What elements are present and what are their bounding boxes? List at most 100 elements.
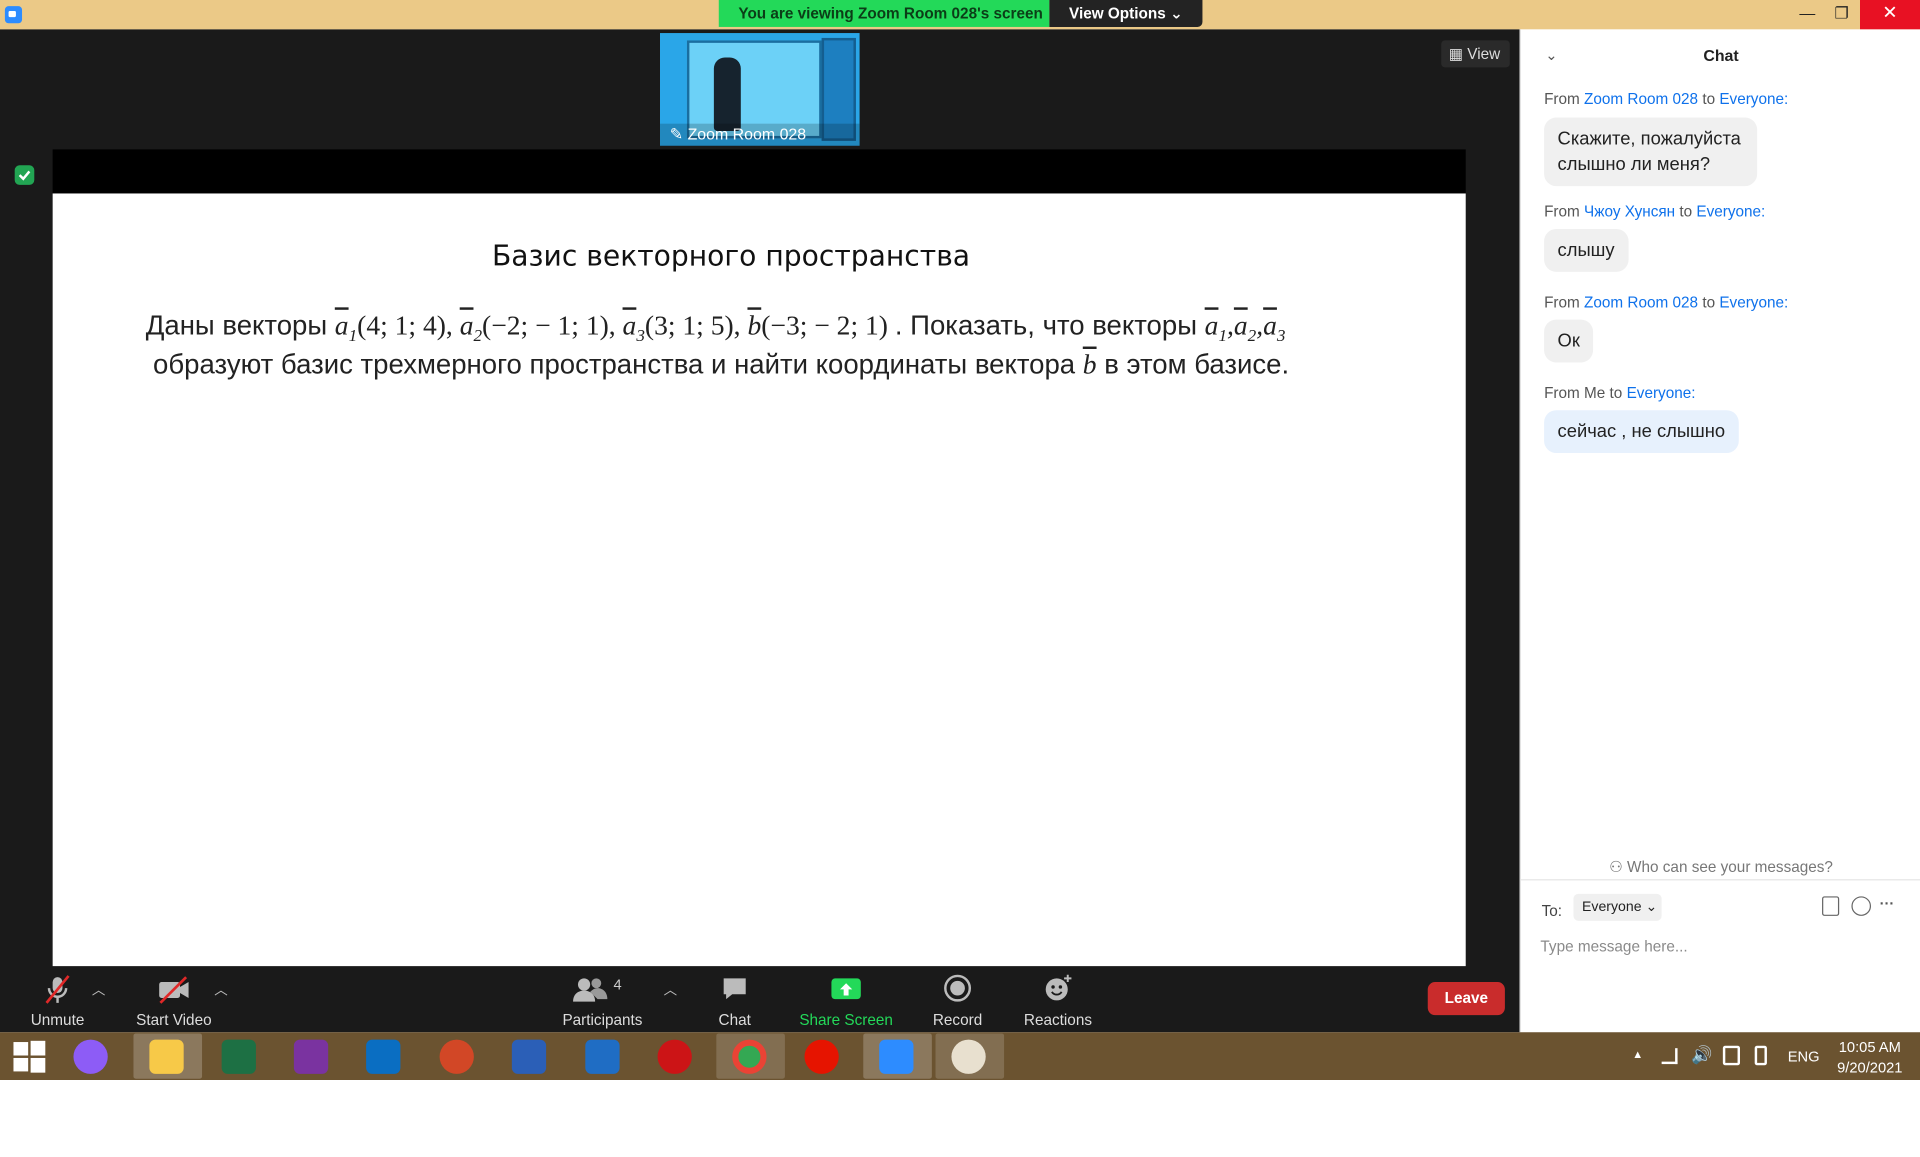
- maximize-button[interactable]: ❐: [1821, 0, 1863, 29]
- recipient-value: Everyone: [1582, 900, 1642, 915]
- participants-options-caret[interactable]: ︿: [664, 980, 677, 1000]
- recipient-select[interactable]: Everyone ⌄: [1573, 893, 1662, 921]
- zoom-icon[interactable]: [879, 1039, 914, 1074]
- sender-name[interactable]: Zoom Room 028: [1584, 294, 1698, 311]
- vector-a2-coords: (−2; − 1; 1),: [482, 309, 623, 341]
- participants-icon: 4: [572, 973, 633, 1005]
- chat-sender: From Чжоу Хунсян to Everyone:: [1544, 203, 1765, 220]
- recipient-name[interactable]: Everyone:: [1719, 294, 1788, 311]
- file-explorer-icon[interactable]: [149, 1039, 184, 1074]
- pin-icon: ✎: [669, 124, 688, 144]
- share-screen-button[interactable]: Share Screen: [798, 973, 894, 1029]
- sender-name[interactable]: Zoom Room 028: [1584, 91, 1698, 108]
- onedrive-icon[interactable]: [585, 1039, 620, 1074]
- tray-expand-icon[interactable]: ▲: [1632, 1048, 1643, 1060]
- comma: ,: [1256, 309, 1264, 341]
- onenote-icon[interactable]: [293, 1039, 329, 1074]
- recipient-name[interactable]: Everyone:: [1696, 203, 1765, 220]
- chat-message-input[interactable]: [1540, 933, 1902, 960]
- vector-a3: a3(3; 1; 5),: [623, 309, 748, 346]
- video-thumbnail[interactable]: ✎ Zoom Room 028: [660, 33, 860, 146]
- who-can-see-link[interactable]: ⚇ Who can see your messages?: [1521, 857, 1920, 875]
- leave-button[interactable]: Leave: [1427, 982, 1505, 1016]
- security-shield-icon[interactable]: [14, 165, 35, 185]
- windows-taskbar: ▲ 🔊 ENG 10:05 AM 9/20/2021: [0, 1032, 1920, 1080]
- vector-v1-sub: 1: [1218, 327, 1228, 346]
- participants-count: 4: [613, 975, 622, 994]
- language-indicator[interactable]: ENG: [1788, 1048, 1820, 1065]
- clock[interactable]: 10:05 AM 9/20/2021: [1832, 1038, 1908, 1076]
- video-options-caret[interactable]: ︿: [214, 980, 227, 1000]
- person-lock-icon: ⚇: [1609, 858, 1628, 876]
- view-button[interactable]: ▦ View: [1441, 40, 1510, 68]
- vector-list: a1,a2,a3: [1205, 309, 1286, 346]
- file-icon[interactable]: [1822, 896, 1840, 916]
- to-prefix: to: [1675, 203, 1697, 221]
- unmute-button[interactable]: Unmute: [22, 973, 93, 1029]
- vector-a1: a1(4; 1; 4),: [335, 309, 460, 346]
- chat-message: Скажите, пожалуйста слышно ли меня?: [1544, 117, 1758, 187]
- record-button[interactable]: Record: [928, 973, 987, 1029]
- vector-a3-coords: (3; 1; 5),: [644, 309, 748, 341]
- chrome-icon[interactable]: [732, 1039, 767, 1074]
- muted-microphone-icon: [43, 973, 72, 1005]
- volume-icon[interactable]: 🔊: [1691, 1044, 1712, 1065]
- emoji-icon[interactable]: [1851, 896, 1872, 916]
- shared-slide: Базис векторного пространства Даны векто…: [52, 193, 1466, 967]
- slide-title: Базис векторного пространства: [491, 241, 971, 274]
- grid-icon: ▦: [1448, 45, 1468, 63]
- from-prefix: From: [1544, 203, 1585, 221]
- word-icon[interactable]: [511, 1039, 547, 1074]
- participants-label: Participants: [562, 1011, 643, 1029]
- yandex-browser-icon[interactable]: [804, 1039, 839, 1074]
- vector-b-symbol: b: [1082, 348, 1097, 380]
- close-button[interactable]: ✕: [1860, 0, 1920, 30]
- battery-icon[interactable]: [1754, 1045, 1767, 1066]
- vector-a3-sub: 3: [636, 327, 645, 346]
- vector-b-symbol: b: [747, 309, 762, 341]
- chat-sender: From Zoom Room 028 to Everyone:: [1544, 294, 1788, 311]
- view-options-button[interactable]: View Options ⌄: [1049, 0, 1203, 27]
- reactions-button[interactable]: Reactions: [1021, 973, 1094, 1029]
- powerpoint-icon[interactable]: [439, 1039, 474, 1074]
- paint-icon[interactable]: [951, 1039, 986, 1074]
- slide-text: Даны векторы: [145, 309, 335, 341]
- sender-name[interactable]: Чжоу Хунсян: [1584, 203, 1675, 220]
- from-prefix: From: [1544, 90, 1585, 108]
- slide-line-2: образуют базис трехмерного пространства …: [153, 349, 1289, 381]
- to-prefix: to: [1698, 90, 1720, 108]
- more-options-icon[interactable]: ···: [1880, 895, 1895, 912]
- excel-icon[interactable]: [221, 1039, 256, 1074]
- chat-button[interactable]: Chat: [708, 973, 762, 1029]
- outlook-icon[interactable]: [366, 1039, 401, 1074]
- vector-a1-coords: (4; 1; 4),: [357, 309, 460, 341]
- presenter-image: [713, 57, 741, 132]
- share-screen-icon: [830, 973, 862, 1005]
- vector-a2-symbol: a: [459, 309, 474, 341]
- start-video-button[interactable]: Start Video: [127, 973, 220, 1029]
- from-prefix: From: [1544, 293, 1585, 312]
- recipient-name[interactable]: Everyone:: [1627, 384, 1696, 401]
- who-can-see-label: Who can see your messages?: [1627, 858, 1833, 876]
- to-label: To:: [1541, 902, 1563, 920]
- vector-a2-sub: 2: [473, 327, 483, 346]
- windows-start-icon[interactable]: [12, 1040, 46, 1074]
- chat-title: Chat: [1703, 46, 1739, 65]
- alice-assistant-icon[interactable]: [73, 1039, 108, 1074]
- clock-date: 9/20/2021: [1837, 1059, 1903, 1077]
- vector-v3-symbol: a: [1263, 309, 1277, 341]
- shared-screen-bar: [52, 149, 1466, 194]
- chevron-down-icon: ⌄: [1641, 900, 1658, 915]
- recipient-name[interactable]: Everyone:: [1719, 91, 1788, 108]
- network-icon[interactable]: [1661, 1048, 1678, 1065]
- action-center-flag-icon[interactable]: [1722, 1045, 1740, 1066]
- thumbnail-label: ✎ Zoom Room 028: [660, 123, 860, 146]
- chat-divider: [1520, 879, 1920, 881]
- from-prefix: From Me to: [1544, 384, 1627, 402]
- audio-options-caret[interactable]: ︿: [92, 980, 105, 1000]
- vector-a1-sub: 1: [348, 327, 358, 346]
- slide-text: . Показать, что векторы: [894, 309, 1205, 341]
- participants-button[interactable]: 4 Participants: [558, 973, 646, 1029]
- opera-icon[interactable]: [657, 1039, 692, 1074]
- chat-sender: From Zoom Room 028 to Everyone:: [1544, 91, 1788, 108]
